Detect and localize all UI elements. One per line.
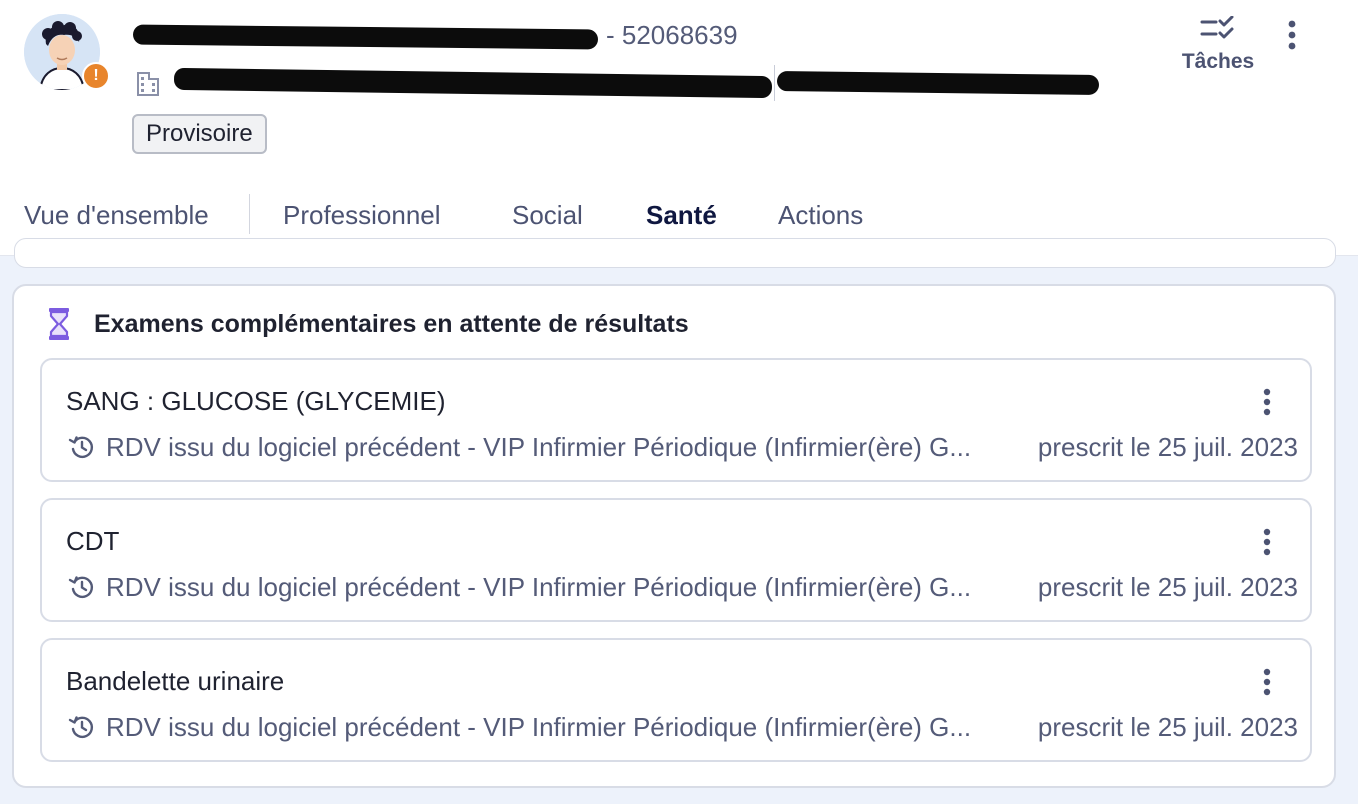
exam-name: Bandelette urinaire xyxy=(66,666,285,696)
more-vertical-icon[interactable] xyxy=(1252,386,1282,420)
exam-prescribed-date: prescrit le 25 juil. 2023 xyxy=(1037,711,1298,742)
status-badge: Provisoire xyxy=(132,114,267,154)
pending-exams-header: Examens complémentaires en attente de ré… xyxy=(48,306,689,342)
exam-card[interactable]: Bandelette urinaire RDV issu du logiciel… xyxy=(40,638,1312,762)
patient-id: - 52068639 xyxy=(606,20,738,50)
exam-prescribed-date: prescrit le 25 juil. 2023 xyxy=(1037,431,1298,462)
patient-company xyxy=(136,65,1100,101)
hourglass-icon xyxy=(49,308,69,340)
tab-divider xyxy=(249,194,250,234)
pending-exams-panel: Examens complémentaires en attente de ré… xyxy=(12,284,1336,788)
patient-header: ! - 52068639 Provisoire Tâches Vue d'ens… xyxy=(0,0,1358,256)
exam-origin: RDV issu du logiciel précédent - VIP Inf… xyxy=(106,431,972,462)
history-icon xyxy=(68,716,94,739)
previous-card-edge xyxy=(14,238,1336,268)
exam-origin: RDV issu du logiciel précédent - VIP Inf… xyxy=(106,571,972,602)
exam-origin: RDV issu du logiciel précédent - VIP Inf… xyxy=(106,711,972,742)
more-vertical-icon[interactable] xyxy=(1252,666,1282,700)
company-divider xyxy=(774,65,775,101)
building-icon xyxy=(137,72,159,96)
exam-prescribed-date: prescrit le 25 juil. 2023 xyxy=(1037,571,1298,602)
tasks-checklist-icon xyxy=(1200,16,1234,39)
exam-meta: RDV issu du logiciel précédent - VIP Inf… xyxy=(68,710,1298,744)
tasks-label: Tâches xyxy=(1181,50,1255,73)
more-vertical-icon xyxy=(1288,20,1296,50)
redacted-job-and-employer xyxy=(173,67,773,99)
alert-icon: ! xyxy=(82,62,110,90)
exam-name: CDT xyxy=(66,526,120,556)
pending-exams-title: Examens complémentaires en attente de ré… xyxy=(94,309,689,338)
exam-card[interactable]: CDT RDV issu du logiciel précédent - VIP… xyxy=(40,498,1312,622)
history-icon xyxy=(68,576,94,599)
history-icon xyxy=(68,436,94,459)
exam-meta: RDV issu du logiciel précédent - VIP Inf… xyxy=(68,570,1298,604)
tasks-button[interactable]: Tâches xyxy=(1172,16,1264,86)
exam-meta: RDV issu du logiciel précédent - VIP Inf… xyxy=(68,430,1298,464)
patient-identity: - 52068639 xyxy=(132,20,738,50)
exam-card[interactable]: SANG : GLUCOSE (GLYCEMIE) RDV issu du lo… xyxy=(40,358,1312,482)
redacted-team xyxy=(776,71,1100,95)
header-more-button[interactable] xyxy=(1276,16,1308,56)
exam-name: SANG : GLUCOSE (GLYCEMIE) xyxy=(66,386,446,416)
redacted-patient-name xyxy=(132,24,599,50)
more-vertical-icon[interactable] xyxy=(1252,526,1282,560)
